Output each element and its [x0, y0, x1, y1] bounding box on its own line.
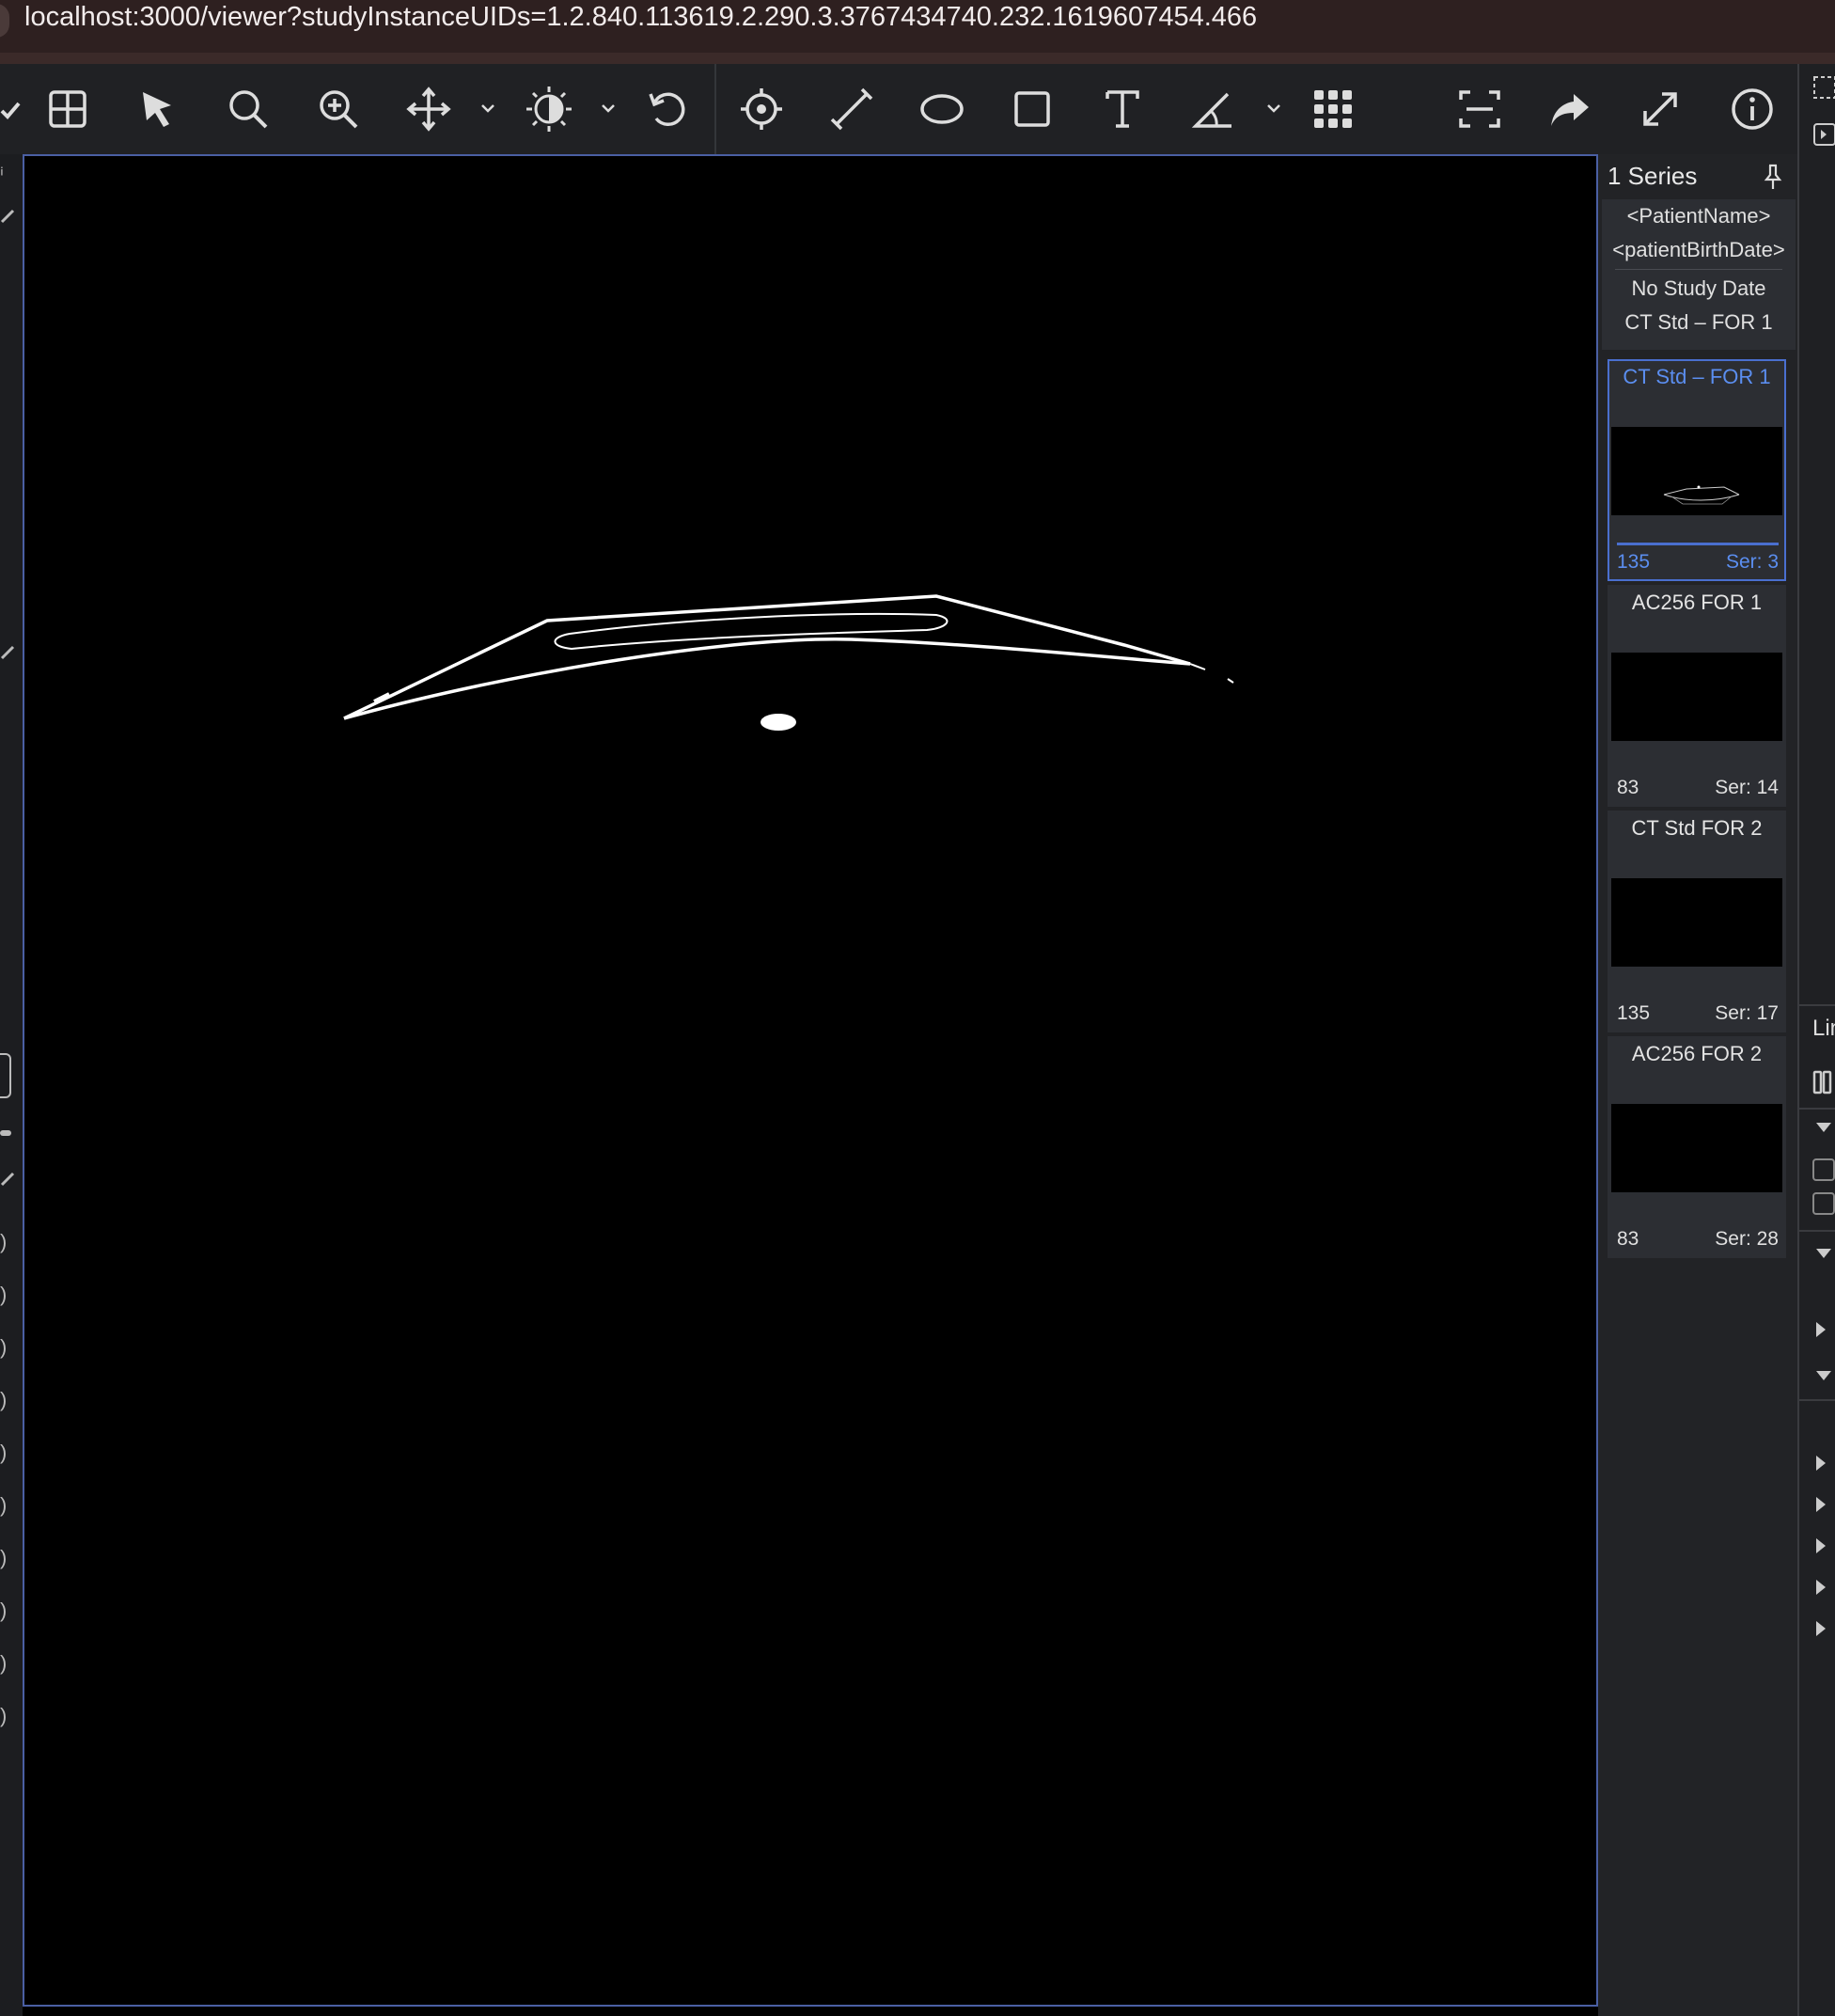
image-count: 135	[1617, 551, 1651, 573]
series-number: Ser: 28	[1715, 1228, 1779, 1250]
chevron-down-icon[interactable]	[1816, 1249, 1831, 1258]
chevron-right-icon[interactable]	[1816, 1580, 1826, 1595]
series-title: AC256 FOR 2	[1631, 1042, 1763, 1065]
series-title: CT Std FOR 2	[1631, 816, 1763, 840]
series-thumbnail[interactable]: AC256 FOR 1 83 Ser: 14	[1608, 585, 1786, 807]
angle-icon[interactable]	[1183, 79, 1243, 139]
panel-toggle-icon[interactable]	[1812, 120, 1835, 149]
fullscreen-icon[interactable]	[1630, 79, 1690, 139]
url-text[interactable]: localhost:3000/viewer?studyInstanceUIDs=…	[24, 2, 1257, 33]
pan-icon[interactable]	[399, 79, 459, 139]
study-info-card[interactable]: <PatientName> <patientBirthDate> No Stud…	[1602, 199, 1796, 350]
divider	[1799, 1004, 1835, 1006]
list-item-edge: )	[0, 1441, 8, 1464]
slider-handle[interactable]	[0, 1130, 11, 1136]
check-icon[interactable]	[0, 79, 28, 139]
main-toolbar	[0, 64, 1835, 154]
pointer-icon[interactable]	[128, 79, 188, 139]
study-description: CT Std – FOR 1	[1624, 310, 1773, 334]
list-item-edge: )	[0, 1230, 8, 1253]
left-side-panel[interactable]: ⁱ ) ) ) ) ) ) ) ) ) )	[0, 154, 23, 2016]
window-level-icon[interactable]	[519, 79, 579, 139]
edit-icon[interactable]	[0, 639, 19, 662]
series-number: Ser: 14	[1715, 777, 1779, 798]
edit-icon[interactable]	[0, 203, 19, 226]
chevron-down-icon[interactable]	[478, 98, 498, 118]
toolbar-divider	[714, 64, 716, 154]
rectangle-icon[interactable]	[1002, 79, 1062, 139]
image-count: 83	[1617, 1228, 1639, 1250]
series-thumbnail[interactable]: CT Std – FOR 1 135 Ser: 3	[1608, 359, 1786, 581]
chevron-right-icon[interactable]	[1816, 1497, 1826, 1512]
thumbnail-image	[1611, 1104, 1782, 1192]
list-item-edge: )	[0, 1546, 8, 1569]
info-icon[interactable]	[1722, 79, 1782, 139]
list-item-edge: )	[0, 1493, 8, 1517]
load-progress-bar	[1617, 543, 1779, 545]
patient-name: <PatientName>	[1626, 204, 1771, 228]
checkbox[interactable]	[1812, 1192, 1835, 1215]
section-label: Lin	[1812, 1016, 1835, 1041]
share-icon[interactable]	[1540, 79, 1600, 139]
list-item-edge: )	[0, 1335, 8, 1359]
patient-birth-date: <patientBirthDate>	[1612, 238, 1785, 261]
selection-icon[interactable]	[1812, 73, 1835, 102]
series-thumbnail[interactable]: AC256 FOR 2 83 Ser: 28	[1608, 1036, 1786, 1258]
right-side-panel: Lin	[1797, 64, 1835, 2016]
thumbnail-image	[1611, 878, 1782, 967]
zoom-icon[interactable]	[218, 79, 278, 139]
length-icon[interactable]	[822, 79, 882, 139]
columns-icon[interactable]	[1812, 1068, 1835, 1096]
capture-icon[interactable]	[1450, 79, 1510, 139]
ct-slice-image	[343, 594, 1234, 731]
pin-icon[interactable]: ⁱ	[0, 164, 4, 188]
image-count: 83	[1617, 777, 1639, 798]
study-date: No Study Date	[1631, 276, 1766, 300]
divider	[1799, 1399, 1835, 1401]
series-thumbnail[interactable]: CT Std FOR 2 135 Ser: 17	[1608, 811, 1786, 1032]
ellipse-icon[interactable]	[912, 79, 972, 139]
list-item-edge: )	[0, 1704, 8, 1727]
image-count: 135	[1617, 1002, 1651, 1024]
thumbnail-image	[1611, 653, 1782, 741]
series-number: Ser: 3	[1725, 551, 1779, 573]
chevron-right-icon[interactable]	[1816, 1538, 1826, 1553]
chevron-down-icon[interactable]	[1816, 1371, 1831, 1380]
tab-edge	[0, 4, 9, 38]
browser-url-bar[interactable]: localhost:3000/viewer?studyInstanceUIDs=…	[0, 0, 1835, 64]
crosshair-icon[interactable]	[731, 79, 792, 139]
list-item-edge: )	[0, 1599, 8, 1622]
chevron-down-icon[interactable]	[1816, 1123, 1831, 1132]
chevron-right-icon[interactable]	[1816, 1621, 1826, 1636]
series-panel: 1 Series <PatientName> <patientBirthDate…	[1598, 154, 1797, 2016]
list-item-edge: )	[0, 1651, 8, 1675]
more-tools-grid-icon[interactable]	[1303, 79, 1363, 139]
series-count-label: 1 Series	[1608, 162, 1698, 190]
list-item-edge: )	[0, 1283, 8, 1306]
series-number: Ser: 17	[1715, 1002, 1779, 1024]
checkbox[interactable]	[1812, 1158, 1835, 1181]
chevron-down-icon[interactable]	[1263, 98, 1284, 118]
chevron-right-icon[interactable]	[1816, 1456, 1826, 1471]
list-item-edge: )	[0, 1388, 8, 1411]
chevron-right-icon[interactable]	[1816, 1322, 1826, 1337]
pin-icon[interactable]	[1762, 164, 1784, 190]
series-title: AC256 FOR 1	[1631, 591, 1763, 614]
thumbnail-image	[1611, 427, 1782, 515]
edit-icon[interactable]	[0, 1166, 19, 1189]
input-edge[interactable]	[0, 1053, 11, 1098]
chevron-down-icon[interactable]	[598, 98, 619, 118]
magnify-plus-icon[interactable]	[308, 79, 369, 139]
layout-grid-icon[interactable]	[38, 79, 98, 139]
image-viewport[interactable]	[23, 154, 1598, 2007]
divider	[1615, 269, 1782, 270]
text-icon[interactable]	[1092, 79, 1153, 139]
series-title: CT Std – FOR 1	[1623, 365, 1771, 388]
reset-icon[interactable]	[637, 79, 698, 139]
divider	[1799, 1230, 1835, 1232]
divider	[1799, 1108, 1835, 1110]
